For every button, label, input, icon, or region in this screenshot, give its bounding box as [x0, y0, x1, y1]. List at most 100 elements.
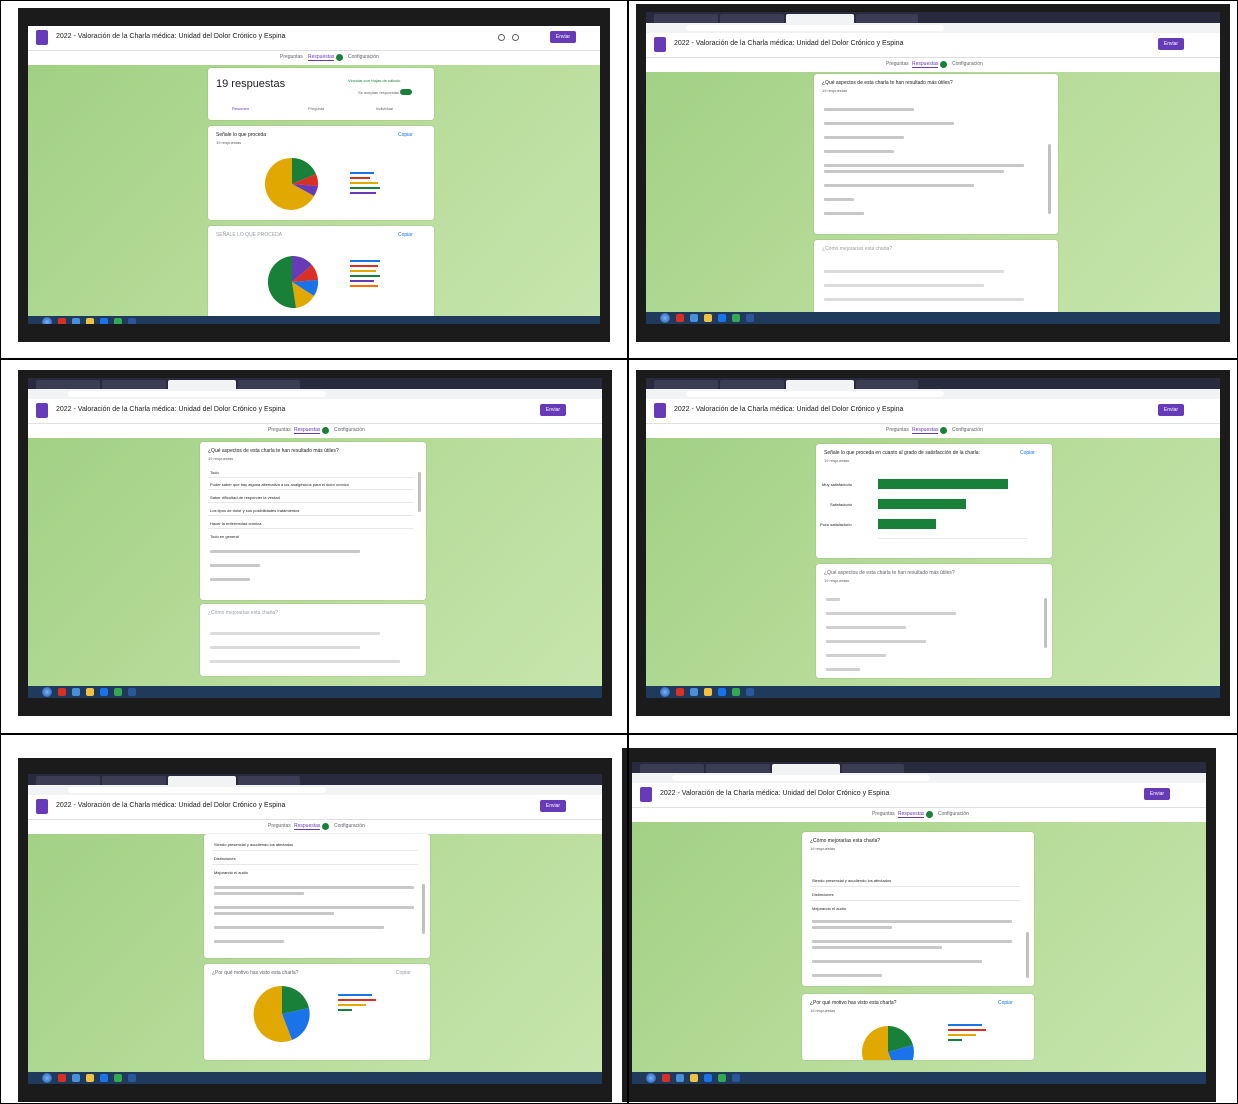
browser-tab[interactable]: [856, 14, 918, 23]
tab-settings[interactable]: Configuración: [334, 427, 365, 433]
bar-label: Poco satisfactorio: [820, 522, 852, 527]
pie-chart-reason: [862, 1026, 914, 1060]
browser-tab-active[interactable]: [168, 380, 236, 389]
tab-responses[interactable]: Respuestas: [294, 823, 321, 830]
form-icon: [36, 30, 48, 45]
scrollbar[interactable]: [422, 884, 425, 934]
folder-icon[interactable]: [86, 318, 94, 324]
url-field[interactable]: [686, 25, 945, 31]
browser-tab-active[interactable]: [168, 776, 236, 785]
pie-chart-origin: [264, 157, 319, 210]
taskbar: [646, 686, 1220, 698]
send-button[interactable]: Enviar: [550, 31, 576, 43]
star-icon[interactable]: ☆: [856, 405, 862, 413]
answer: Distinciones: [214, 856, 236, 861]
scrollbar[interactable]: [1026, 932, 1029, 978]
tab-responses[interactable]: Respuestas: [912, 61, 939, 68]
star-icon[interactable]: ☆: [238, 405, 244, 413]
star-icon[interactable]: ☆: [842, 789, 848, 797]
tab-question[interactable]: Pregunta: [308, 106, 324, 111]
tab-responses[interactable]: Respuestas: [898, 811, 925, 818]
url-field[interactable]: [672, 775, 931, 781]
scrollbar[interactable]: [418, 472, 421, 512]
tab-settings[interactable]: Configuración: [334, 823, 365, 829]
answer: Todo: [210, 470, 219, 475]
send-button[interactable]: Enviar: [1158, 404, 1184, 416]
tab-responses[interactable]: Respuestas: [912, 427, 939, 434]
tab-questions[interactable]: Preguntas: [268, 823, 291, 829]
sheets-link[interactable]: Vincular con Hojas de cálculo: [348, 78, 400, 83]
browser-tab[interactable]: [720, 14, 784, 23]
tab-responses[interactable]: Respuestas: [294, 427, 321, 434]
url-field[interactable]: [68, 787, 327, 793]
star-icon[interactable]: ☆: [244, 32, 250, 40]
copy-button[interactable]: Copiar: [396, 970, 411, 976]
question-title: SEÑALE LO QUE PROCEDA: [216, 232, 283, 238]
form-icon: [654, 37, 666, 52]
tab-settings[interactable]: Configuración: [952, 427, 983, 433]
tab-individual[interactable]: Individual: [376, 106, 393, 111]
copy-button[interactable]: Copiar: [398, 132, 413, 138]
tab-questions[interactable]: Preguntas: [872, 811, 895, 817]
url-field[interactable]: [686, 391, 945, 397]
browser-tabs: [646, 12, 1220, 23]
browser-tab-active[interactable]: [786, 14, 854, 23]
accepting-toggle[interactable]: [400, 89, 412, 95]
copy-button[interactable]: Copiar: [1020, 450, 1035, 456]
photo-1: 2022 - Valoración de la Charla médica: U…: [18, 8, 610, 342]
answer: Poder saber que hay alguna alternativa a…: [210, 482, 349, 487]
photo-2: 2022 - Valoración de la Charla médica: U…: [636, 4, 1230, 342]
copy-button[interactable]: Copiar: [398, 232, 413, 238]
tab-questions[interactable]: Preguntas: [886, 427, 909, 433]
star-icon[interactable]: ☆: [856, 39, 862, 47]
tab-summary[interactable]: Resumen: [232, 106, 249, 111]
answer: Los tipos de dolor y sus posibilidades t…: [210, 508, 300, 513]
tab-questions[interactable]: Preguntas: [886, 61, 909, 67]
app-icon[interactable]: [72, 318, 80, 324]
url-bar: [632, 773, 1206, 783]
send-button[interactable]: Enviar: [1144, 788, 1170, 800]
tab-questions[interactable]: Preguntas: [280, 54, 303, 60]
question-title: ¿Qué aspectos de esta charla te han resu…: [822, 80, 953, 86]
star-icon[interactable]: ☆: [238, 801, 244, 809]
scrollbar[interactable]: [1044, 598, 1047, 648]
question-card-improve: Siendo presencial y acudiendo los afecta…: [204, 834, 430, 958]
browser-tab-active[interactable]: [772, 764, 840, 773]
response-count: 19 respuestas: [824, 578, 850, 583]
question-card-origin-2: SEÑALE LO QUE PROCEDA Copiar: [208, 226, 434, 324]
windows-start-icon[interactable]: [42, 317, 52, 324]
tab-responses[interactable]: Respuestas: [308, 54, 335, 61]
send-button[interactable]: Enviar: [540, 404, 566, 416]
responses-badge: [926, 811, 933, 818]
pdf-icon[interactable]: [58, 318, 66, 324]
browser-tab-active[interactable]: [786, 380, 854, 389]
browser-tab[interactable]: [654, 14, 718, 23]
windows-start-icon[interactable]: [42, 1073, 52, 1083]
send-button[interactable]: Enviar: [540, 800, 566, 812]
windows-start-icon[interactable]: [42, 687, 52, 697]
question-card-useful: ¿Qué aspectos de esta charla te han resu…: [816, 564, 1052, 678]
windows-start-icon[interactable]: [646, 1073, 656, 1083]
ie-icon[interactable]: [100, 318, 108, 324]
response-count: 19 respuestas: [822, 88, 848, 93]
eye-icon[interactable]: [512, 34, 519, 41]
word-icon[interactable]: [128, 318, 136, 324]
tab-settings[interactable]: Configuración: [348, 54, 379, 60]
accepting-label: Se aceptan respuestas: [358, 90, 399, 95]
tab-settings[interactable]: Configuración: [952, 61, 983, 67]
url-field[interactable]: [68, 391, 327, 397]
photo-6: 2022 - Valoración de la Charla médica: U…: [622, 748, 1216, 1102]
send-button[interactable]: Enviar: [1158, 38, 1184, 50]
copy-button[interactable]: Copiar: [998, 1000, 1013, 1006]
question-card-origin: Señale lo que proceda 19 respuestas Copi…: [208, 126, 434, 220]
windows-start-icon[interactable]: [660, 687, 670, 697]
grid-divider-horizontal: [0, 733, 1238, 735]
tab-settings[interactable]: Configuración: [938, 811, 969, 817]
chrome-icon[interactable]: [114, 318, 122, 324]
question-card-useful: ¿Qué aspectos de esta charla te han resu…: [814, 74, 1058, 234]
nav-bar: Preguntas Respuestas Configuración: [28, 819, 602, 834]
scrollbar[interactable]: [1048, 144, 1051, 214]
windows-start-icon[interactable]: [660, 313, 670, 323]
palette-icon[interactable]: [498, 34, 505, 41]
tab-questions[interactable]: Preguntas: [268, 427, 291, 433]
